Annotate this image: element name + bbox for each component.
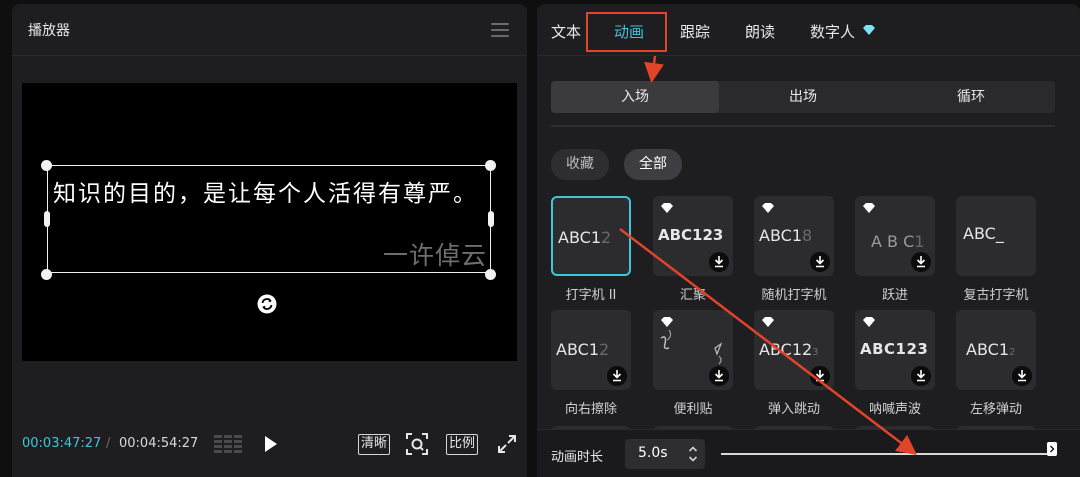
focus-icon[interactable] [405, 432, 429, 456]
ratio-button[interactable]: 比例 [446, 434, 479, 455]
premium-diamond-icon [863, 25, 875, 35]
slider-thumb[interactable] [1047, 442, 1057, 456]
effect-label: 弹入跳动 [767, 402, 820, 417]
effect-preview: ABC_ [963, 224, 1004, 243]
effect-label: 呐喊声波 [868, 402, 921, 417]
effect-preview-dim: 2 [1009, 347, 1016, 358]
effect-preview-dim: 2 [599, 340, 610, 359]
download-icon[interactable] [810, 366, 830, 386]
player-header: 播放器 [12, 4, 527, 56]
effect-preview: ABC123 [860, 340, 929, 358]
effect-label: 打字机 II [565, 288, 617, 303]
effect-label: 向右擦除 [564, 402, 617, 417]
quality-button[interactable]: 清晰 [358, 434, 391, 455]
resize-handle-right[interactable] [488, 211, 494, 227]
effect-label: 随机打字机 [761, 288, 827, 303]
segment-divider [551, 125, 1055, 127]
resize-handle-tl[interactable] [41, 160, 52, 171]
effect-preview-dim: 1 [914, 232, 925, 251]
effect-card-bounce-in[interactable]: ABC123 [754, 310, 834, 390]
download-icon[interactable] [607, 366, 627, 386]
effect-preview: ABC123 [658, 226, 724, 244]
download-icon[interactable] [810, 252, 830, 272]
download-icon[interactable] [911, 252, 931, 272]
effect-card-shout-wave[interactable]: ABC123 [855, 310, 935, 390]
segment-enter[interactable]: 入场 [551, 81, 719, 113]
effect-preview: ABC1 [966, 340, 1009, 359]
segment-exit[interactable]: 出场 [719, 81, 887, 113]
effect-card-retro-typewriter[interactable]: ABC_ [956, 196, 1036, 276]
effect-label: 左移弹动 [969, 402, 1022, 417]
effect-preview: ABC1 [759, 226, 802, 245]
player-title: 播放器 [28, 22, 70, 39]
resize-handle-tr[interactable] [485, 160, 496, 171]
watermark-text: 一许倬云 [383, 241, 488, 270]
video-preview[interactable]: 知识的目的，是让每个人活得有尊严。 一许倬云 [22, 83, 517, 361]
effect-preview: A B C [871, 232, 915, 251]
effect-card-converge[interactable]: ABC123 [653, 196, 733, 276]
resize-handle-bl[interactable] [41, 269, 52, 280]
tab-tracking[interactable]: 跟踪 [680, 21, 710, 42]
tab-digital-human[interactable]: 数字人 [810, 21, 855, 42]
effect-preview-dim: 8 [802, 226, 813, 245]
effect-preview: ABC1 [558, 228, 601, 247]
waveform-icon[interactable] [214, 433, 242, 455]
current-time: 00:03:47:27 [22, 436, 102, 451]
premium-diamond-icon [661, 203, 673, 213]
menu-icon[interactable] [491, 22, 509, 37]
fullscreen-icon[interactable] [497, 434, 517, 454]
download-icon[interactable] [1012, 366, 1032, 386]
download-icon[interactable] [709, 366, 729, 386]
download-icon[interactable] [911, 366, 931, 386]
stepper-icon[interactable] [688, 445, 698, 463]
effect-card-random-typewriter[interactable]: ABC18 [754, 196, 834, 276]
properties-panel: 文本 动画 跟踪 朗读 数字人 入场 出场 循环 收藏 全部 ABC12 打字机… [537, 4, 1080, 477]
duration-value: 5.0s [638, 445, 668, 461]
effect-label: 汇聚 [679, 288, 706, 303]
effect-card-leap[interactable]: A B C1 [855, 196, 935, 276]
duration-label: 动画时长 [551, 450, 604, 465]
filter-favorites[interactable]: 收藏 [551, 149, 609, 180]
segment-loop[interactable]: 循环 [887, 81, 1055, 113]
duration-slider[interactable] [721, 453, 1055, 455]
total-time: 00:04:54:27 [119, 436, 199, 451]
tab-read-aloud[interactable]: 朗读 [745, 21, 775, 42]
effect-label: 复古打字机 [963, 288, 1029, 303]
effect-preview-dim: 2 [601, 228, 612, 247]
animation-type-segment: 入场 出场 循环 [551, 81, 1055, 113]
resize-handle-left[interactable] [44, 211, 50, 227]
effect-label: 跃进 [881, 288, 908, 303]
property-tabs: 文本 动画 跟踪 朗读 数字人 [537, 4, 1080, 56]
subtitle-text[interactable]: 知识的目的，是让每个人活得有尊严。 [53, 174, 478, 208]
effect-card-typewriter-2[interactable]: ABC12 [551, 196, 631, 276]
download-icon[interactable] [709, 252, 729, 272]
time-separator: / [106, 436, 111, 451]
premium-diamond-icon [863, 317, 875, 327]
effect-card-wipe-right[interactable]: ABC12 [551, 310, 631, 390]
effect-card-left-bounce[interactable]: ABC12 [956, 310, 1036, 390]
effect-label: 便利贴 [673, 402, 713, 417]
effect-preview-dim: 3 [812, 347, 819, 358]
player-panel: 播放器 知识的目的，是让每个人活得有尊严。 一许倬云 00:03:47:27 /… [12, 4, 527, 477]
effect-preview: ABC1 [556, 340, 599, 359]
premium-diamond-icon [863, 203, 875, 213]
filter-all[interactable]: 全部 [624, 149, 682, 180]
effect-preview: ABC12 [759, 340, 813, 359]
premium-diamond-icon [762, 317, 774, 327]
duration-bar: 动画时长 5.0s [537, 429, 1080, 477]
tab-text[interactable]: 文本 [551, 21, 581, 42]
rotate-icon[interactable] [257, 294, 277, 314]
playback-controls: 00:03:47:27 / 00:04:54:27 清晰 比例 [12, 429, 527, 459]
effect-card-sticky-note[interactable] [653, 310, 733, 390]
play-icon[interactable] [263, 434, 279, 454]
premium-diamond-icon [762, 203, 774, 213]
annotation-highlight-box [586, 12, 667, 52]
duration-input[interactable]: 5.0s [625, 439, 705, 469]
